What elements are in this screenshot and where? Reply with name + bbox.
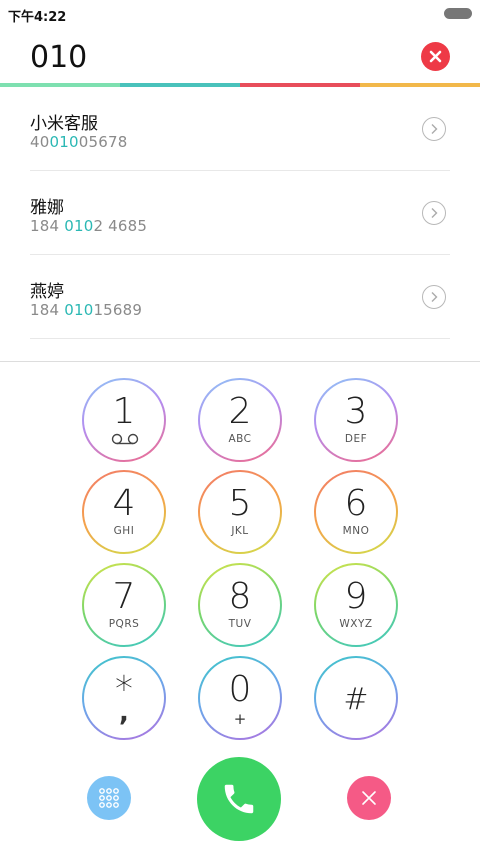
- contact-item[interactable]: 燕婷 184 01015689: [30, 255, 450, 339]
- key-digit: 3: [344, 391, 368, 432]
- voicemail-icon: [111, 433, 139, 445]
- key-3[interactable]: 3 DEF: [314, 378, 398, 462]
- contact-name: 雅娜: [30, 198, 64, 218]
- number-match: 010: [64, 301, 94, 319]
- key-face: * ,: [84, 658, 164, 738]
- contact-number: 4001005678: [30, 133, 127, 151]
- key-1[interactable]: 1: [82, 378, 166, 462]
- phone-icon: [224, 784, 254, 814]
- contact-suggestions: 小米客服 4001005678 雅娜 184 0102 4685 燕婷 184 …: [0, 87, 480, 339]
- chevron-right-icon: [431, 124, 438, 134]
- key-digit: 6: [344, 483, 368, 524]
- contact-detail-button[interactable]: [422, 285, 446, 309]
- key-letters: ABC: [228, 433, 252, 445]
- key-letters: MNO: [342, 525, 370, 537]
- dismiss-button[interactable]: [347, 776, 391, 820]
- key-sub: ,: [119, 698, 129, 728]
- status-time: 下午4:22: [8, 10, 67, 25]
- key-digit: 7: [112, 576, 136, 617]
- status-bar: 下午4:22: [0, 0, 480, 28]
- key-5[interactable]: 5 JKL: [198, 470, 282, 554]
- contact-detail-button[interactable]: [422, 117, 446, 141]
- key-digit: 8: [228, 576, 252, 617]
- key-face: 5 JKL: [200, 472, 280, 552]
- number-suffix: 2 4685: [93, 217, 148, 235]
- close-icon: [362, 791, 376, 805]
- chevron-right-icon: [431, 208, 438, 218]
- dial-field[interactable]: 010: [0, 30, 480, 86]
- contact-name: 燕婷: [30, 282, 64, 302]
- key-digit: 5: [228, 483, 252, 524]
- key-8[interactable]: 8 TUV: [198, 563, 282, 647]
- key-face: #: [316, 658, 396, 738]
- key-letters: JKL: [231, 525, 249, 537]
- key-7[interactable]: 7 PQRS: [82, 563, 166, 647]
- key-face: 3 DEF: [316, 380, 396, 460]
- key-letters: TUV: [228, 618, 252, 630]
- key-digit: 0: [228, 669, 252, 710]
- key-letters: GHI: [113, 525, 135, 537]
- dialed-number: 010: [30, 40, 88, 75]
- key-digit: 9: [344, 576, 368, 617]
- chevron-right-icon: [431, 292, 438, 302]
- key-face: 4 GHI: [84, 472, 164, 552]
- key-digit: 4: [112, 483, 136, 524]
- clear-number-button[interactable]: [421, 42, 450, 71]
- number-prefix: 184: [30, 301, 65, 319]
- contact-item[interactable]: 小米客服 4001005678: [30, 87, 450, 171]
- key-face: 6 MNO: [316, 472, 396, 552]
- number-match: 010: [64, 217, 94, 235]
- key-face: 7 PQRS: [84, 565, 164, 645]
- key-digit: 2: [228, 391, 252, 432]
- contact-item[interactable]: 雅娜 184 0102 4685: [30, 171, 450, 255]
- key-letters: PQRS: [108, 618, 140, 630]
- number-suffix: 15689: [93, 301, 143, 319]
- toggle-keypad-button[interactable]: [87, 776, 131, 820]
- key-9[interactable]: 9 WXYZ: [314, 563, 398, 647]
- number-prefix: 184: [30, 217, 65, 235]
- close-icon: [429, 50, 442, 63]
- call-button[interactable]: [197, 757, 281, 841]
- key-letters: WXYZ: [339, 618, 373, 630]
- contact-number: 184 0102 4685: [30, 217, 147, 235]
- key-face: 0 +: [200, 658, 280, 738]
- keypad-divider: [0, 361, 480, 362]
- key-face: 9 WXYZ: [316, 565, 396, 645]
- battery-icon: [444, 8, 472, 19]
- dialpad-grid-icon: [99, 788, 119, 808]
- number-suffix: 05678: [78, 133, 128, 151]
- contact-number: 184 01015689: [30, 301, 142, 319]
- key-6[interactable]: 6 MNO: [314, 470, 398, 554]
- key-face: 8 TUV: [200, 565, 280, 645]
- number-match: 010: [49, 133, 79, 151]
- key-letters: DEF: [344, 433, 368, 445]
- key-sub: +: [233, 710, 247, 728]
- key-digit: 1: [112, 391, 136, 432]
- key-face: 1: [84, 380, 164, 460]
- number-prefix: 40: [30, 133, 50, 151]
- key-4[interactable]: 4 GHI: [82, 470, 166, 554]
- contact-detail-button[interactable]: [422, 201, 446, 225]
- key-face: 2 ABC: [200, 380, 280, 460]
- key-star[interactable]: * ,: [82, 656, 166, 740]
- key-hash[interactable]: #: [314, 656, 398, 740]
- key-digit: #: [343, 682, 369, 717]
- contact-name: 小米客服: [30, 114, 98, 134]
- key-0[interactable]: 0 +: [198, 656, 282, 740]
- key-2[interactable]: 2 ABC: [198, 378, 282, 462]
